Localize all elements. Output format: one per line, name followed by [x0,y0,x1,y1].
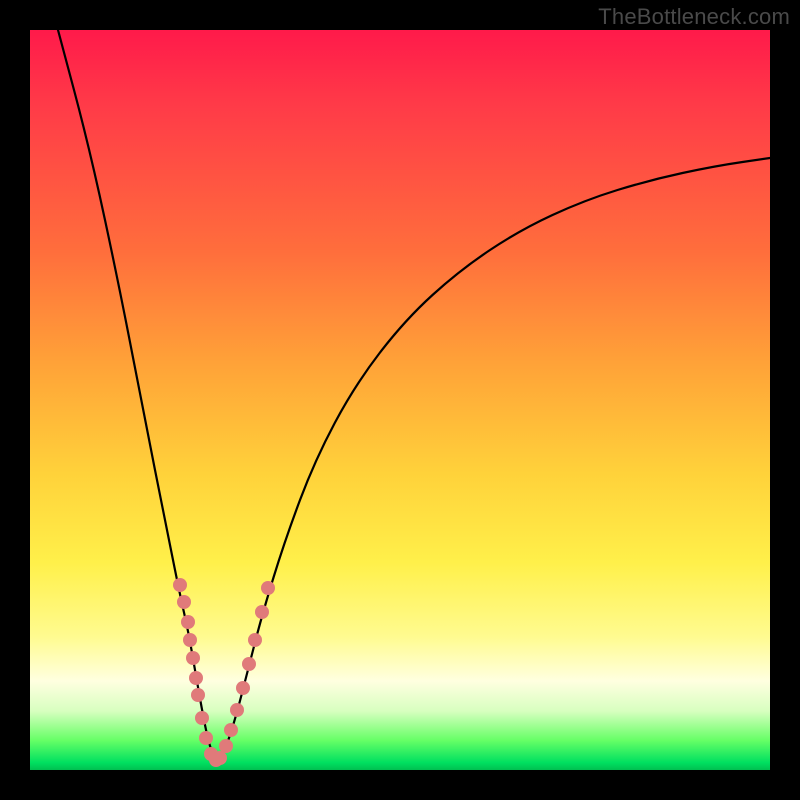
curve-marker [191,688,205,702]
curve-layer [30,30,770,770]
curve-marker [219,739,233,753]
curve-marker [248,633,262,647]
curve-marker [213,751,227,765]
chart-frame: TheBottleneck.com [0,0,800,800]
curve-marker [236,681,250,695]
curve-marker [173,578,187,592]
bottleneck-curve [58,30,770,758]
curve-marker [224,723,238,737]
curve-marker [199,731,213,745]
curve-marker [242,657,256,671]
curve-marker [181,615,195,629]
watermark-text: TheBottleneck.com [598,4,790,30]
curve-marker [195,711,209,725]
curve-markers [173,578,275,767]
curve-marker [183,633,197,647]
curve-marker [186,651,200,665]
curve-marker [230,703,244,717]
curve-marker [261,581,275,595]
plot-area [30,30,770,770]
curve-marker [189,671,203,685]
curve-marker [177,595,191,609]
curve-marker [255,605,269,619]
